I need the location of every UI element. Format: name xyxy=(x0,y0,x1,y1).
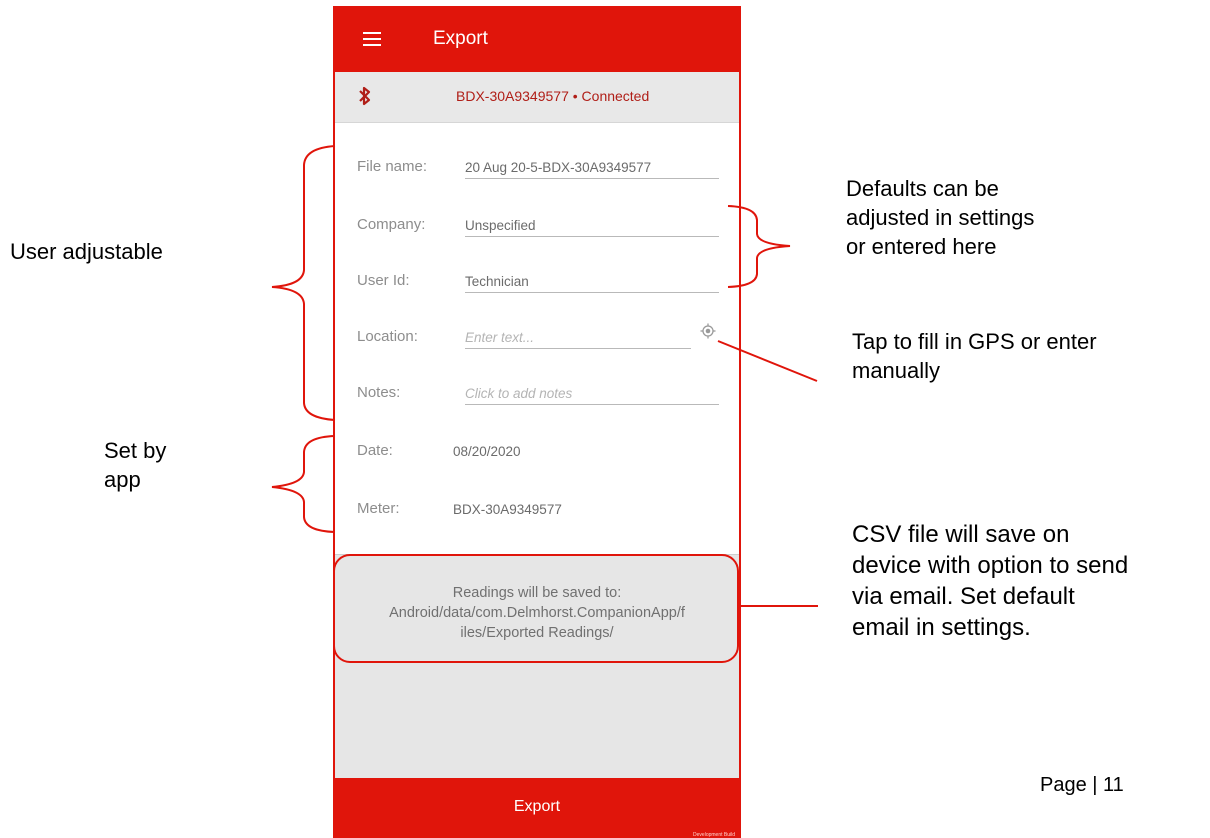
annotation-line: adjusted in settings xyxy=(846,205,1035,230)
page-number: Page | 11 xyxy=(1040,774,1124,796)
annotation-line: Defaults can be xyxy=(846,176,999,201)
user-adjustable-annotation: User adjustable xyxy=(10,239,163,264)
annotation-line: via email. Set default xyxy=(852,583,1075,610)
gps-leader-line xyxy=(717,340,818,382)
annotation-line: manually xyxy=(852,358,941,383)
defaults-brace xyxy=(727,205,791,288)
annotation-line: app xyxy=(104,467,141,492)
defaults-annotation: Defaults can be adjusted in settings or … xyxy=(846,174,1034,261)
annotation-line: device with option to send xyxy=(852,552,1129,579)
set-by-app-brace xyxy=(271,435,336,533)
user-adjustable-brace xyxy=(271,145,336,421)
annotation-line: Tap to fill in GPS or enter xyxy=(852,329,1097,354)
annotation-line: email in settings. xyxy=(852,614,1031,641)
annotation-line: CSV file will save on xyxy=(852,521,1070,548)
set-by-app-annotation: Set by app xyxy=(104,436,166,494)
annotation-overlay xyxy=(271,145,818,663)
annotation-line: or entered here xyxy=(846,234,997,259)
csv-annotation: CSV file will save on device with option… xyxy=(852,519,1128,643)
save-path-highlight xyxy=(333,554,739,663)
annotation-line: Set by xyxy=(104,438,167,463)
gps-annotation: Tap to fill in GPS or enter manually xyxy=(852,327,1097,385)
